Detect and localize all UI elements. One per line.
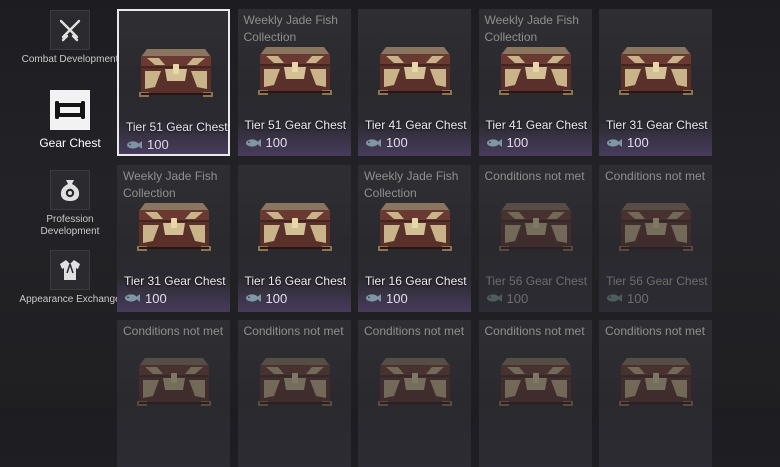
card-note: Conditions not met: [364, 324, 465, 338]
gear-chest-card[interactable]: Conditions not met: [358, 320, 471, 467]
cost-value: 100: [265, 135, 288, 150]
nav-label: Profession Development: [40, 214, 100, 237]
gear-chest-card[interactable]: Conditions not met: [237, 320, 351, 467]
gear-chest-card[interactable]: Conditions not met: [478, 320, 592, 467]
gear-chest-icon: [619, 202, 693, 251]
cost-value: 100: [506, 290, 529, 306]
card-note: Weekly Jade Fish Collection: [243, 13, 338, 44]
chest-cost: 100: [126, 137, 169, 152]
gear-chest-icon: [378, 47, 452, 95]
gear-chest-icon: [257, 202, 332, 251]
gear-chest-icon: [137, 202, 211, 251]
nav-label: Gear Chest: [39, 136, 101, 150]
chest-cost: 100: [245, 135, 288, 150]
cost-value: 100: [147, 137, 169, 152]
gear-chest-icon: [378, 358, 452, 406]
gear-chest-icon: [498, 202, 573, 251]
coin-bag-icon: [50, 170, 90, 210]
chest-cost: 100: [365, 291, 408, 306]
nav-gear-chest[interactable]: Gear Chest: [18, 90, 122, 150]
nav-combat-development[interactable]: Combat Development: [18, 10, 122, 66]
gear-chest-card[interactable]: Tier 31 Gear Chest 100: [599, 9, 712, 156]
gear-chest-card[interactable]: Conditions not met: [117, 320, 230, 467]
chest-cost: 100: [124, 291, 167, 306]
jade-fish-icon: [486, 138, 502, 147]
card-note: Conditions not met: [605, 324, 706, 338]
chest-cost: 100: [365, 135, 408, 150]
card-note: Conditions not met: [243, 324, 344, 338]
card-note: Conditions not met: [123, 324, 224, 338]
chest-name: Tier 41 Gear Chest: [365, 118, 467, 132]
gear-chest-icon: [137, 358, 211, 406]
chest-name: Tier 56 Gear Chest: [606, 273, 708, 288]
cost-value: 100: [386, 290, 408, 306]
chest-cost: 100: [245, 290, 288, 306]
chest-name: Tier 41 Gear Chest: [485, 118, 588, 132]
nav-appearance-exchange[interactable]: Appearance Exchange: [18, 250, 122, 306]
gear-chest-card[interactable]: Weekly Jade Fish Collection Tier 51 Gear…: [237, 9, 351, 156]
nav-profession-development[interactable]: Profession Development: [18, 170, 122, 237]
jade-fish-icon: [366, 138, 381, 147]
card-note: Conditions not met: [484, 324, 585, 338]
crossed-swords-icon: [50, 10, 90, 50]
cost-value: 100: [627, 135, 649, 150]
jade-fish-icon: [245, 138, 261, 147]
gear-chest-icon: [257, 47, 332, 95]
gear-chest-icon: [378, 202, 452, 251]
chest-cost: 100: [606, 135, 649, 150]
gear-chest-card[interactable]: Tier 51 Gear Chest 100: [117, 9, 230, 156]
gear-chest-card[interactable]: Conditions not met Tier 56 Gear Chest 10…: [599, 164, 712, 312]
nav-label: Appearance Exchange: [19, 294, 121, 305]
card-note: Weekly Jade Fish Collection: [123, 168, 218, 200]
gear-chest-icon: [498, 47, 573, 95]
nav-label: Combat Development: [21, 54, 119, 65]
cost-value: 100: [265, 290, 288, 306]
chest-name: Tier 31 Gear Chest: [124, 273, 226, 288]
gear-chest-card[interactable]: Weekly Jade Fish Collection Tier 16 Gear…: [358, 164, 471, 312]
chest-name: Tier 16 Gear Chest: [365, 273, 467, 288]
gear-chest-card[interactable]: Weekly Jade Fish Collection Tier 41 Gear…: [478, 9, 592, 156]
sidebar: Combat Development Gear Chest Profession…: [0, 0, 121, 408]
card-note: Conditions not met: [484, 168, 585, 183]
jade-fish-icon: [607, 138, 622, 147]
gear-chest-icon: [498, 358, 573, 406]
chest-cost: 100: [486, 290, 529, 306]
gear-chest-icon: [619, 358, 693, 406]
gear-chest-card[interactable]: Tier 16 Gear Chest 100: [237, 164, 351, 312]
cost-value: 100: [506, 135, 529, 150]
gear-chest-card[interactable]: Weekly Jade Fish Collection Tier 31 Gear…: [117, 164, 230, 312]
gear-chest-card[interactable]: Tier 41 Gear Chest 100: [358, 9, 471, 156]
chest-name: Tier 31 Gear Chest: [606, 118, 708, 132]
jade-fish-icon: [486, 294, 502, 302]
jade-fish-icon: [607, 294, 622, 302]
card-note: Weekly Jade Fish Collection: [484, 13, 579, 44]
robe-icon: [50, 250, 90, 290]
chest-cost: 100: [486, 135, 529, 150]
cost-value: 100: [145, 290, 167, 306]
cost-value: 100: [627, 290, 649, 306]
gear-chest-card[interactable]: Conditions not met: [599, 320, 712, 467]
chest-name: Tier 16 Gear Chest: [244, 273, 347, 288]
cost-value: 100: [386, 135, 408, 150]
gear-chest-icon: [139, 49, 213, 97]
chest-cost: 100: [606, 291, 649, 306]
card-note: Conditions not met: [605, 168, 706, 183]
jade-fish-icon: [125, 294, 140, 302]
chest-name: Tier 51 Gear Chest: [244, 118, 347, 132]
jade-fish-icon: [127, 140, 142, 149]
chest-name: Tier 51 Gear Chest: [126, 120, 228, 134]
gear-chest-icon: [257, 358, 332, 406]
gear-chest-card[interactable]: Conditions not met Tier 56 Gear Chest 10…: [478, 164, 592, 312]
chest-scroll-icon: [50, 90, 90, 130]
card-note: Weekly Jade Fish Collection: [364, 168, 459, 200]
gear-chest-icon: [619, 47, 693, 95]
jade-fish-icon: [245, 294, 261, 302]
jade-fish-icon: [366, 294, 381, 302]
chest-name: Tier 56 Gear Chest: [485, 273, 588, 288]
